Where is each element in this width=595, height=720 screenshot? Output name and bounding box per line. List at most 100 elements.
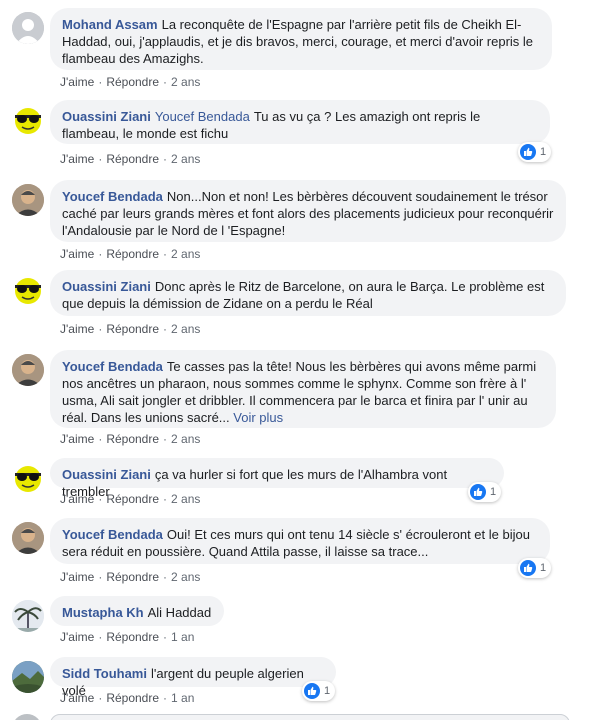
- reaction-count[interactable]: 1: [302, 681, 336, 701]
- comment: Youcef Bendada Te casses pas la tête! Nou…: [12, 350, 592, 450]
- dot-separator: ·: [163, 691, 168, 705]
- reaction-number: 1: [540, 562, 547, 574]
- reaction-count[interactable]: 1: [518, 142, 552, 162]
- smiley-sunglasses-avatar[interactable]: [12, 104, 44, 136]
- comment-author[interactable]: Mustapha Kh: [62, 605, 144, 620]
- comment-author[interactable]: Youcef Bendada: [62, 527, 163, 542]
- comment-actions: J'aime · Répondre · 1 an: [60, 691, 194, 705]
- comment-author[interactable]: Ouassini Ziani: [62, 109, 151, 124]
- comment-actions: J'aime · Répondre · 2 ans: [60, 322, 200, 336]
- dot-separator: ·: [163, 75, 168, 89]
- man-photo-avatar[interactable]: [12, 354, 44, 386]
- comment: Ouassini Ziani Youcef Bendada Tu as vu ça …: [12, 100, 592, 170]
- comment-author[interactable]: Ouassini Ziani: [62, 279, 151, 294]
- comment-author[interactable]: Mohand Assam: [62, 17, 158, 32]
- default-avatar-icon[interactable]: [12, 12, 44, 44]
- dot-separator: ·: [98, 247, 103, 261]
- smiley-sunglasses-avatar[interactable]: [12, 462, 44, 494]
- man-photo-avatar[interactable]: [12, 522, 44, 554]
- man-photo-avatar[interactable]: [12, 184, 44, 216]
- comment-bubble: Youcef Bendada Non...Non et non! Les bèrb…: [50, 180, 566, 242]
- reply-link[interactable]: Répondre: [106, 75, 159, 89]
- comment-author[interactable]: Youcef Bendada: [62, 359, 163, 374]
- see-more-link[interactable]: Voir plus: [233, 410, 283, 425]
- comment-actions: J'aime · Répondre · 2 ans: [60, 247, 200, 261]
- palm-tree-avatar[interactable]: [12, 600, 44, 632]
- landscape-avatar[interactable]: [12, 661, 44, 693]
- dot-separator: ·: [163, 630, 168, 644]
- comment-actions: J'aime · Répondre · 2 ans: [60, 432, 200, 446]
- comment: Mohand Assam La reconquête de l'Espagne p…: [12, 8, 592, 89]
- comment-time[interactable]: 2 ans: [171, 75, 200, 89]
- reply-link[interactable]: Répondre: [106, 432, 159, 446]
- comment-author[interactable]: Sidd Touhami: [62, 666, 147, 681]
- dot-separator: ·: [163, 247, 168, 261]
- comment: Sidd Touhami l'argent du peuple algerien …: [12, 657, 592, 707]
- comment-bubble: Youcef Bendada Oui! Et ces murs qui ont t…: [50, 518, 550, 564]
- reply-link[interactable]: Répondre: [106, 630, 159, 644]
- current-user-avatar: [12, 714, 42, 720]
- dot-separator: ·: [163, 492, 168, 506]
- reply-link[interactable]: Répondre: [106, 570, 159, 584]
- dot-separator: ·: [98, 492, 103, 506]
- comment-bubble: Ouassini Ziani ça va hurler si fort que l…: [50, 458, 504, 499]
- like-link[interactable]: J'aime: [60, 322, 94, 336]
- dot-separator: ·: [98, 570, 103, 584]
- comment-time[interactable]: 2 ans: [171, 247, 200, 261]
- comment-time[interactable]: 2 ans: [171, 492, 200, 506]
- comment-actions: J'aime · Répondre · 1 an: [60, 630, 194, 644]
- comment-text: Ali Haddad: [147, 605, 212, 620]
- comment-time[interactable]: 2 ans: [171, 322, 200, 336]
- comment-time[interactable]: 2 ans: [171, 152, 200, 166]
- like-link[interactable]: J'aime: [60, 691, 94, 705]
- reaction-count[interactable]: 1: [518, 558, 552, 578]
- dot-separator: ·: [98, 75, 103, 89]
- reaction-number: 1: [540, 146, 547, 158]
- comment-actions: J'aime · Répondre · 2 ans: [60, 570, 200, 584]
- like-link[interactable]: J'aime: [60, 630, 94, 644]
- reply-link[interactable]: Répondre: [106, 247, 159, 261]
- comment-time[interactable]: 2 ans: [171, 432, 200, 446]
- like-link[interactable]: J'aime: [60, 570, 94, 584]
- dot-separator: ·: [98, 630, 103, 644]
- smiley-sunglasses-avatar[interactable]: [12, 274, 44, 306]
- comment-time[interactable]: 2 ans: [171, 570, 200, 584]
- thumbs-up-icon: [520, 144, 536, 160]
- reply-link[interactable]: Répondre: [106, 322, 159, 336]
- thumbs-up-icon: [304, 683, 320, 699]
- like-link[interactable]: J'aime: [60, 75, 94, 89]
- comment: Mustapha Kh Ali Haddad J'aime · Répondre · 1 …: [12, 596, 592, 646]
- dot-separator: ·: [98, 432, 103, 446]
- dot-separator: ·: [163, 322, 168, 336]
- comment-author[interactable]: Ouassini Ziani: [62, 467, 151, 482]
- thumbs-up-icon: [470, 484, 486, 500]
- dot-separator: ·: [163, 570, 168, 584]
- comment: Youcef Bendada Oui! Et ces murs qui ont t…: [12, 518, 592, 588]
- comment-bubble: Mohand Assam La reconquête de l'Espagne p…: [50, 8, 552, 70]
- mention-link[interactable]: Youcef Bendada: [155, 109, 250, 124]
- reaction-number: 1: [324, 685, 331, 697]
- comment-actions: J'aime · Répondre · 2 ans: [60, 492, 200, 506]
- comment-bubble: Youcef Bendada Te casses pas la tête! Nou…: [50, 350, 556, 428]
- comment-actions: J'aime · Répondre · 2 ans: [60, 152, 200, 166]
- dot-separator: ·: [98, 691, 103, 705]
- reply-link[interactable]: Répondre: [106, 691, 159, 705]
- reaction-count[interactable]: 1: [468, 482, 502, 502]
- dot-separator: ·: [98, 322, 103, 336]
- comment-time[interactable]: 1 an: [171, 630, 194, 644]
- like-link[interactable]: J'aime: [60, 152, 94, 166]
- comment-actions: J'aime · Répondre · 2 ans: [60, 75, 200, 89]
- comment-bubble: Sidd Touhami l'argent du peuple algerien …: [50, 657, 336, 698]
- like-link[interactable]: J'aime: [60, 247, 94, 261]
- comment-author[interactable]: Youcef Bendada: [62, 189, 163, 204]
- like-link[interactable]: J'aime: [60, 492, 94, 506]
- dot-separator: ·: [98, 152, 103, 166]
- like-link[interactable]: J'aime: [60, 432, 94, 446]
- comment-bubble: Ouassini Ziani Donc après le Ritz de Barc…: [50, 270, 566, 316]
- dot-separator: ·: [163, 432, 168, 446]
- reply-link[interactable]: Répondre: [106, 152, 159, 166]
- reply-link[interactable]: Répondre: [106, 492, 159, 506]
- write-comment-input[interactable]: [50, 714, 570, 720]
- comment: Ouassini Ziani ça va hurler si fort que l…: [12, 458, 592, 508]
- comment-time[interactable]: 1 an: [171, 691, 194, 705]
